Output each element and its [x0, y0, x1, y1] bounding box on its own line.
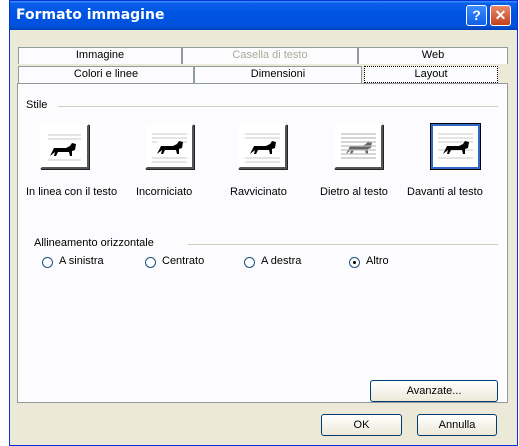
wrap-tight-option[interactable]	[238, 124, 287, 169]
wrap-square-option[interactable]	[145, 124, 194, 169]
tab-dimensioni[interactable]: Dimensioni	[194, 66, 362, 83]
window-title: Formato immagine	[16, 7, 165, 23]
infront-text-dog-icon	[438, 133, 473, 159]
advanced-button[interactable]: Avanzate...	[370, 380, 498, 402]
align-other-radio[interactable]	[349, 257, 360, 268]
tab-colori-e-linee[interactable]: Colori e linee	[18, 66, 194, 83]
wrap-inline-option[interactable]	[40, 124, 89, 169]
align-right-label[interactable]: A destra	[261, 255, 301, 267]
allineamento-divider	[188, 244, 498, 245]
wrap-inline-label: In linea con il testo	[26, 186, 118, 198]
wrap-square-label: Incorniciato	[136, 186, 193, 198]
allineamento-group-label: Allineamento orizzontale	[34, 237, 158, 249]
behind-text-dog-icon	[341, 133, 376, 159]
align-center-label[interactable]: Centrato	[162, 255, 204, 267]
wrap-infront-option[interactable]	[431, 124, 480, 169]
wrap-infront-label: Davanti al testo	[407, 186, 483, 198]
tight-dog-icon	[245, 133, 280, 163]
align-center-radio[interactable]	[145, 257, 156, 268]
stile-group-label: Stile	[26, 99, 52, 111]
inline-dog-icon	[48, 134, 81, 161]
wrap-tight-label: Ravvicinato	[230, 186, 287, 198]
tab-layout[interactable]: Layout	[364, 66, 498, 83]
dialog-window: Formato immagine ? ✕ Immagine Casella di…	[9, 0, 518, 446]
align-left-radio[interactable]	[42, 257, 53, 268]
cancel-button[interactable]: Annulla	[417, 414, 497, 436]
wrap-behind-option[interactable]	[334, 124, 383, 169]
align-left-label[interactable]: A sinistra	[59, 255, 104, 267]
layout-panel: Stile In linea con il testo Incorniciato…	[17, 83, 508, 403]
wrap-behind-label: Dietro al testo	[320, 186, 388, 198]
ok-button[interactable]: OK	[321, 414, 402, 436]
title-bar[interactable]: Formato immagine ? ✕	[10, 1, 517, 30]
square-dog-icon	[152, 133, 187, 163]
align-right-radio[interactable]	[244, 257, 255, 268]
align-other-label[interactable]: Altro	[366, 255, 389, 267]
tab-immagine[interactable]: Immagine	[18, 47, 182, 64]
tab-casella-di-testo: Casella di testo	[182, 47, 358, 64]
stile-divider	[58, 106, 498, 107]
tab-web[interactable]: Web	[358, 47, 508, 64]
close-button[interactable]: ✕	[490, 5, 511, 26]
help-button[interactable]: ?	[466, 5, 487, 26]
